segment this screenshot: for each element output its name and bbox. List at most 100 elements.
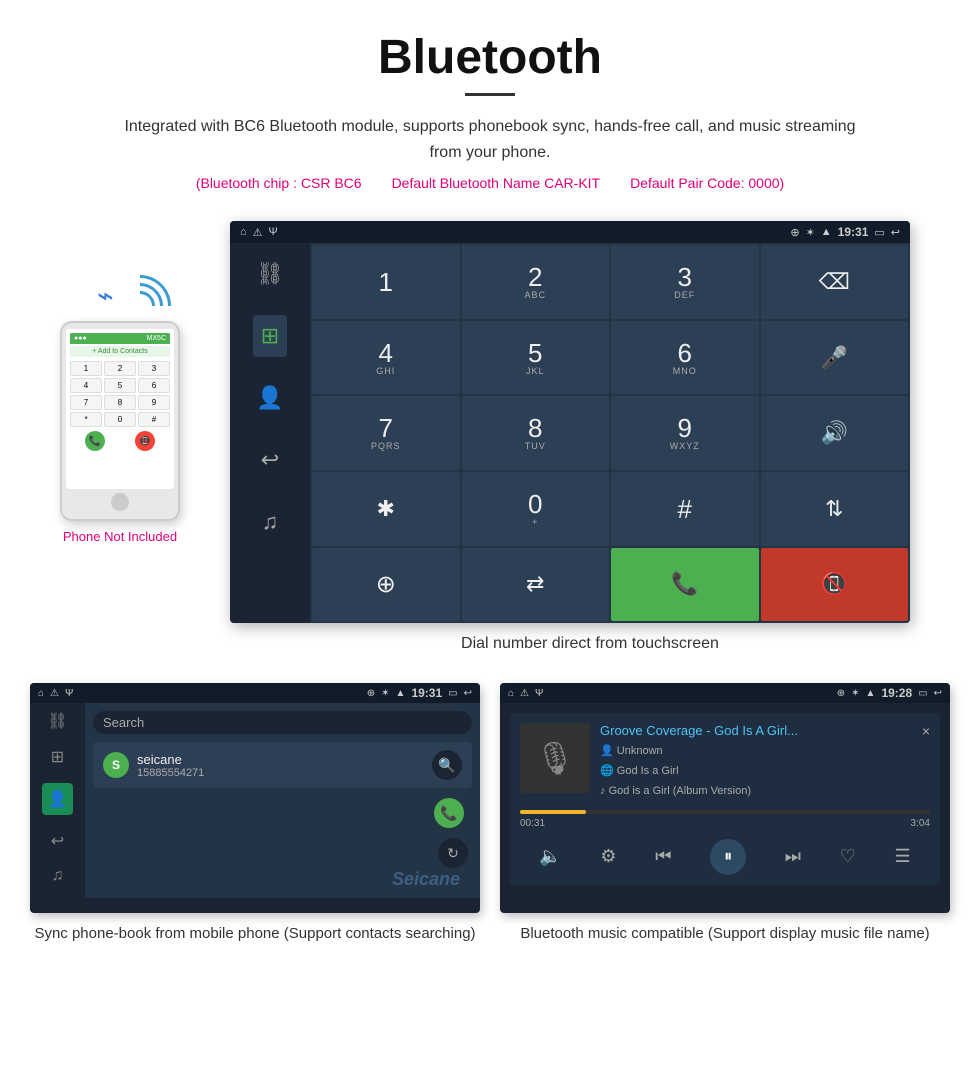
home-icon: ⌂ — [240, 226, 247, 238]
dial-key-0[interactable]: 0 + — [462, 472, 610, 546]
phone-key-9[interactable]: 9 — [138, 395, 170, 410]
dial-key-backspace[interactable]: ⌫ — [761, 245, 909, 319]
warning-icon: ⚠ — [253, 226, 263, 239]
dial-key-4[interactable]: 4 GHI — [312, 321, 460, 395]
music-favorite-button[interactable]: ♡ — [840, 846, 856, 867]
music-gps-icon: ⊕ — [837, 688, 845, 699]
status-right-icons: ⊕ ✶ ▲ 19:31 ▭ ↩ — [790, 225, 900, 239]
sidebar-music-icon[interactable]: ♫ — [254, 501, 287, 543]
pb-gps-icon: ⊕ — [367, 688, 375, 699]
dial-key-dtmf[interactable]: ⇄ — [462, 548, 610, 622]
music-total-time: 3:04 — [911, 818, 930, 829]
header-description: Integrated with BC6 Bluetooth module, su… — [110, 114, 870, 165]
phone-body: ●●●MX5C + Add to Contacts 1 2 3 4 5 6 7 … — [60, 321, 180, 521]
pb-search-bar[interactable]: Search — [93, 711, 472, 734]
dial-key-volume[interactable]: 🔊 — [761, 396, 909, 470]
phone-key-6[interactable]: 6 — [138, 378, 170, 393]
phonebook-item: ⌂ ⚠ Ψ ⊕ ✶ ▲ 19:31 ▭ ↩ ⛓ ⊞ 👤 — [30, 683, 480, 946]
music-screen: ⌂ ⚠ Ψ ⊕ ✶ ▲ 19:28 ▭ ↩ 🎙 — [500, 683, 950, 913]
page-title: Bluetooth — [40, 30, 940, 85]
pb-signal-icon: ▲ — [396, 688, 406, 699]
pb-sidebar-contacts[interactable]: 👤 — [42, 783, 74, 815]
music-home-icon: ⌂ — [508, 688, 514, 699]
music-progress-fill — [520, 810, 586, 814]
page-header: Bluetooth Integrated with BC6 Bluetooth … — [0, 0, 980, 211]
spec-chip: (Bluetooth chip : CSR BC6 — [196, 175, 362, 191]
dial-key-mute[interactable]: 🎤 — [761, 321, 909, 395]
dial-key-5[interactable]: 5 JKL — [462, 321, 610, 395]
music-volume-button[interactable]: 🔈 — [539, 846, 561, 867]
phone-key-4[interactable]: 4 — [70, 378, 102, 393]
music-signal-icon: ▲ — [866, 688, 876, 699]
phone-key-5[interactable]: 5 — [104, 378, 136, 393]
pb-call-icon[interactable]: 📞 — [434, 798, 464, 828]
phone-key-2[interactable]: 2 — [104, 361, 136, 376]
pb-usb-icon: Ψ — [65, 688, 73, 699]
pb-sidebar-dialpad[interactable]: ⊞ — [51, 747, 64, 767]
music-playlist-button[interactable]: ☰ — [894, 846, 910, 867]
spec-name: Default Bluetooth Name CAR-KIT — [392, 175, 601, 191]
music-album: God Is a Girl — [617, 765, 679, 777]
music-card: 🎙 Groove Coverage - God Is A Girl... 👤 U… — [510, 713, 940, 884]
dial-key-2[interactable]: 2 ABC — [462, 245, 610, 319]
pb-contact-info: seicane 15885554271 — [137, 752, 424, 779]
dial-key-3[interactable]: 3 DEF — [611, 245, 759, 319]
dialer-status-bar: ⌂ ⚠ Ψ ⊕ ✶ ▲ 19:31 ▭ ↩ — [230, 221, 910, 243]
pb-sidebar-calls[interactable]: ↩ — [51, 831, 64, 851]
music-progress-bar — [520, 810, 930, 814]
music-meta: 👤 Unknown 🌐 God Is a Girl ♪ God is a — [600, 742, 912, 801]
phone-key-3[interactable]: 3 — [138, 361, 170, 376]
dial-key-star[interactable]: ✱ — [312, 472, 460, 546]
phone-key-star[interactable]: * — [70, 412, 102, 427]
phone-key-0[interactable]: 0 — [104, 412, 136, 427]
sidebar-calls-icon[interactable]: ↩ — [253, 439, 287, 481]
phone-key-7[interactable]: 7 — [70, 395, 102, 410]
pb-sidebar-link[interactable]: ⛓ — [47, 711, 67, 731]
bluetooth-signal-graphic: ⌁ — [75, 261, 165, 331]
car-dialer-screen: ⌂ ⚠ Ψ ⊕ ✶ ▲ 19:31 ▭ ↩ ⛓ ⊞ — [230, 221, 910, 623]
dial-key-9[interactable]: 9 WXYZ — [611, 396, 759, 470]
music-play-pause-button[interactable]: ⏸ — [710, 839, 746, 875]
sidebar-dialpad-icon[interactable]: ⊞ — [253, 315, 287, 357]
pb-sidebar-music[interactable]: ♫ — [52, 867, 64, 885]
pb-contact-number: 15885554271 — [137, 767, 424, 779]
dial-key-1[interactable]: 1 — [312, 245, 460, 319]
pb-contact-initial: S — [112, 758, 120, 772]
music-title: Groove Coverage - God Is A Girl... — [600, 723, 912, 738]
music-next-button[interactable]: ⏭ — [785, 846, 801, 867]
music-eq-button[interactable]: ⚙ — [600, 846, 616, 867]
dial-key-7[interactable]: 7 PQRS — [312, 396, 460, 470]
music-close-button[interactable]: × — [922, 723, 930, 739]
phone-key-hash[interactable]: # — [138, 412, 170, 427]
phone-key-8[interactable]: 8 — [104, 395, 136, 410]
phone-call-button[interactable]: 📞 — [85, 431, 105, 451]
pb-contact-search-icon[interactable]: 🔍 — [432, 750, 462, 780]
dial-key-6[interactable]: 6 MNO — [611, 321, 759, 395]
dial-key-hangup[interactable]: 📵 — [761, 548, 909, 622]
status-time: 19:31 — [838, 225, 869, 239]
music-usb-icon: Ψ — [535, 688, 543, 699]
music-item: ⌂ ⚠ Ψ ⊕ ✶ ▲ 19:28 ▭ ↩ 🎙 — [500, 683, 950, 946]
pb-battery-icon: ▭ — [448, 688, 457, 699]
phone-hangup-button[interactable]: 📵 — [135, 431, 155, 451]
music-track-line: ♪ God is a Girl (Album Version) — [600, 782, 912, 802]
pb-home-icon: ⌂ — [38, 688, 44, 699]
header-specs: (Bluetooth chip : CSR BC6 Default Blueto… — [40, 175, 940, 191]
dial-key-call[interactable]: 📞 — [611, 548, 759, 622]
dial-key-swap[interactable]: ⇅ — [761, 472, 909, 546]
music-prev-button[interactable]: ⏮ — [655, 846, 671, 867]
music-controls: 🔈 ⚙ ⏮ ⏸ ⏭ ♡ ☰ — [520, 839, 930, 875]
sidebar-link-icon[interactable]: ⛓ — [248, 253, 292, 295]
dial-key-8[interactable]: 8 TUV — [462, 396, 610, 470]
phone-home-button[interactable] — [111, 493, 129, 511]
dial-key-merge[interactable]: ⊕ — [312, 548, 460, 622]
pb-status-right: ⊕ ✶ ▲ 19:31 ▭ ↩ — [367, 686, 472, 700]
seicane-watermark: Seicane — [392, 869, 460, 890]
phone-key-1[interactable]: 1 — [70, 361, 102, 376]
phone-add-contact: + Add to Contacts — [70, 346, 170, 357]
dial-key-hash[interactable]: # — [611, 472, 759, 546]
sidebar-contact-icon[interactable]: 👤 — [248, 377, 291, 419]
pb-contact-row[interactable]: S seicane 15885554271 🔍 — [93, 742, 472, 788]
pb-bt-icon: ✶ — [381, 688, 389, 699]
pb-refresh-icon[interactable]: ↻ — [438, 838, 468, 868]
